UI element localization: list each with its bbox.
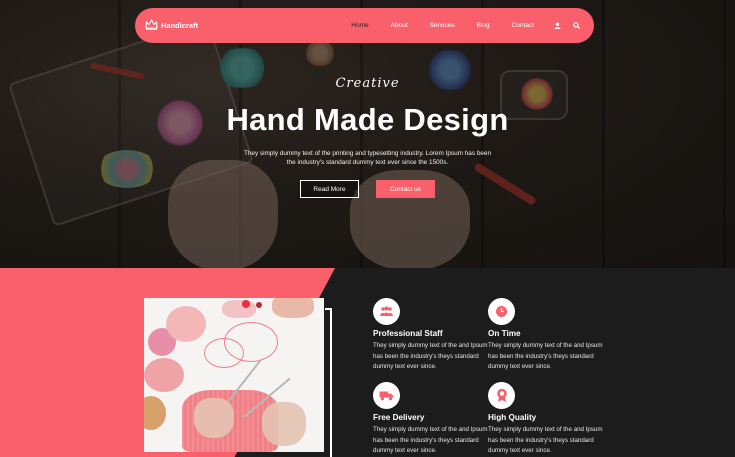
contact-us-button[interactable]: Contact us	[376, 180, 435, 198]
feature-title: On Time	[488, 329, 521, 338]
hero-subtitle: They simply dummy text of the printing a…	[243, 150, 492, 166]
people-icon	[373, 298, 400, 325]
nav-item-contact[interactable]: Contact	[512, 22, 534, 29]
brand-logo[interactable]: Handicraft	[145, 18, 199, 32]
nav-item-home[interactable]: Home	[351, 22, 368, 29]
feature-title: High Quality	[488, 413, 537, 422]
feature-free-delivery: Free Delivery They simply dummy text of …	[373, 382, 493, 457]
feature-text: They simply dummy text of the and Ipsum …	[488, 426, 603, 454]
crown-icon	[145, 18, 161, 32]
truck-icon	[373, 382, 400, 409]
user-icon[interactable]	[554, 22, 561, 29]
badge-icon	[488, 382, 515, 409]
hero-title: Hand Made Design	[226, 102, 509, 137]
feature-text: They simply dummy text of the and Ipsum …	[373, 426, 488, 454]
search-icon[interactable]	[573, 22, 580, 29]
feature-on-time: On Time They simply dummy text of the an…	[488, 298, 608, 373]
navbar: Handicraft Home About Services Blog Cont…	[135, 8, 594, 43]
hero-section: Handicraft Home About Services Blog Cont…	[0, 0, 735, 268]
clock-icon	[488, 298, 515, 325]
hero-eyebrow: Creative	[335, 76, 400, 91]
nav-item-blog[interactable]: Blog	[477, 22, 490, 29]
nav-item-about[interactable]: About	[391, 22, 408, 29]
brand-name: Handicraft	[161, 21, 199, 30]
nav-menu: Home About Services Blog Contact	[329, 22, 580, 29]
feature-professional-staff: Professional Staff They simply dummy tex…	[373, 298, 493, 373]
feature-high-quality: High Quality They simply dummy text of t…	[488, 382, 608, 457]
feature-text: They simply dummy text of the and Ipsum …	[373, 342, 488, 370]
nav-item-services[interactable]: Services	[430, 22, 455, 29]
feature-text: They simply dummy text of the and Ipsum …	[488, 342, 603, 370]
knitting-photo	[144, 298, 324, 452]
feature-title: Professional Staff	[373, 329, 443, 338]
photo-frame-line	[325, 308, 332, 457]
feature-title: Free Delivery	[373, 413, 425, 422]
read-more-button[interactable]: Read More	[300, 180, 359, 198]
